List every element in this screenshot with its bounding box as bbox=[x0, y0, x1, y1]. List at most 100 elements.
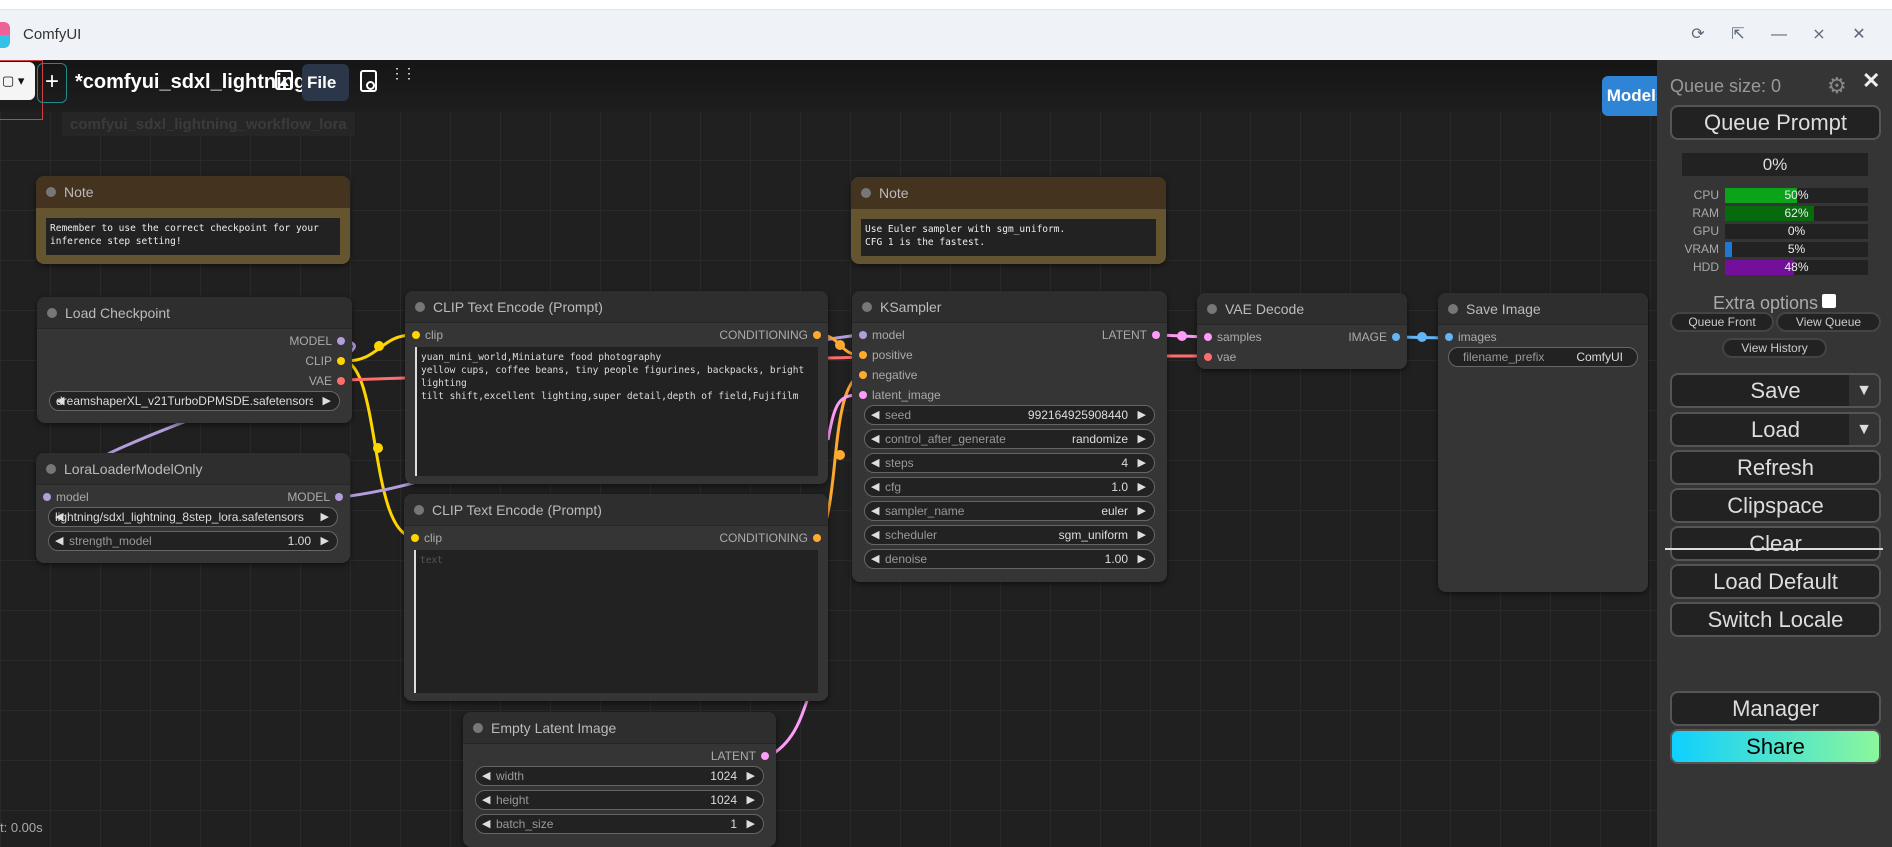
increment-arrow-icon[interactable]: ▶ bbox=[1138, 406, 1146, 424]
latent-output-dot[interactable] bbox=[1152, 331, 1160, 339]
output-slot-model[interactable]: MODEL bbox=[287, 489, 350, 505]
widget-seed[interactable]: ◀ seed 992164925908440 ▶ bbox=[864, 405, 1155, 425]
increment-arrow-icon[interactable]: ▶ bbox=[747, 767, 755, 785]
node-title[interactable]: LoraLoaderModelOnly bbox=[36, 453, 350, 485]
node-collapse-dot[interactable] bbox=[1207, 304, 1217, 314]
increment-arrow-icon[interactable]: ▶ bbox=[1138, 550, 1146, 568]
node-collapse-dot[interactable] bbox=[46, 464, 56, 474]
increment-arrow-icon[interactable]: ▶ bbox=[1138, 478, 1146, 496]
decrement-arrow-icon[interactable]: ◀ bbox=[482, 815, 490, 833]
input-slot-negative[interactable]: negative bbox=[852, 367, 917, 383]
increment-arrow-icon[interactable]: ▶ bbox=[321, 508, 329, 526]
decrement-arrow-icon[interactable]: ◀ bbox=[482, 767, 490, 785]
node-collapse-dot[interactable] bbox=[861, 188, 871, 198]
increment-arrow-icon[interactable]: ▶ bbox=[1138, 502, 1146, 520]
image-icon[interactable] bbox=[275, 70, 293, 90]
increment-arrow-icon[interactable]: ▶ bbox=[747, 815, 755, 833]
output-slot-latent[interactable]: LATENT bbox=[711, 748, 776, 764]
node-note2[interactable]: Note Use Euler sampler with sgm_uniform. … bbox=[851, 177, 1166, 264]
widget-combo[interactable]: ◀ lightning/sdxl_lightning_8step_lora.saf… bbox=[48, 507, 338, 527]
node-ksampler[interactable]: KSampler model positive negative latent_imag… bbox=[852, 291, 1167, 582]
output-slot-conditioning[interactable]: CONDITIONING bbox=[719, 530, 828, 546]
node-save-image[interactable]: Save Image images filename_prefix ComfyUI bbox=[1438, 293, 1648, 592]
decrement-arrow-icon[interactable]: ◀ bbox=[871, 454, 879, 472]
negative-input-dot[interactable] bbox=[859, 371, 867, 379]
widget-combo[interactable]: ◀ dreamshaperXL_v21TurboDPMSDE.safetensor… bbox=[49, 391, 340, 411]
clip-input-dot[interactable] bbox=[411, 534, 419, 542]
increment-arrow-icon[interactable]: ▶ bbox=[747, 791, 755, 809]
positive-input-dot[interactable] bbox=[859, 351, 867, 359]
view-history-button[interactable]: View History bbox=[1722, 338, 1827, 358]
collapse-icon[interactable]: ⨯ bbox=[1808, 24, 1830, 46]
input-slot-positive[interactable]: positive bbox=[852, 347, 913, 363]
output-slot-clip[interactable]: CLIP bbox=[305, 353, 352, 369]
clip-output-dot[interactable] bbox=[337, 357, 345, 365]
load-button[interactable]: Load ▼ bbox=[1670, 412, 1881, 447]
workspace-button[interactable]: ▢ ▾ bbox=[0, 62, 35, 100]
model-output-dot[interactable] bbox=[335, 493, 343, 501]
increment-arrow-icon[interactable]: ▶ bbox=[1138, 454, 1146, 472]
workflow-tab-label[interactable]: comfyui_sdxl_lightning_workflow_lora bbox=[62, 112, 355, 136]
view-queue-button[interactable]: View Queue bbox=[1776, 312, 1881, 332]
node-title[interactable]: VAE Decode bbox=[1197, 293, 1407, 325]
input-slot-latent_image[interactable]: latent_image bbox=[852, 387, 941, 403]
refresh-icon[interactable]: ⟳ bbox=[1687, 24, 1709, 46]
images-input-dot[interactable] bbox=[1445, 333, 1453, 341]
node-collapse-dot[interactable] bbox=[1448, 304, 1458, 314]
clear-button[interactable]: Clear bbox=[1670, 526, 1881, 561]
widget-scheduler[interactable]: ◀ scheduler sgm_uniform ▶ bbox=[864, 525, 1155, 545]
increment-arrow-icon[interactable]: ▶ bbox=[323, 392, 331, 410]
model-output-dot[interactable] bbox=[337, 337, 345, 345]
widget-steps[interactable]: ◀ steps 4 ▶ bbox=[864, 453, 1155, 473]
decrement-arrow-icon[interactable]: ◀ bbox=[482, 791, 490, 809]
close-window-icon[interactable]: ✕ bbox=[1848, 24, 1870, 46]
input-slot-model[interactable]: model bbox=[36, 489, 89, 505]
output-slot-image[interactable]: IMAGE bbox=[1348, 329, 1407, 345]
node-title[interactable]: Note bbox=[36, 176, 350, 208]
latent-output-dot[interactable] bbox=[761, 752, 769, 760]
clipspace-button[interactable]: Clipspace bbox=[1670, 488, 1881, 523]
node-title[interactable]: Note bbox=[851, 177, 1166, 209]
load-dropdown-icon[interactable]: ▼ bbox=[1849, 414, 1879, 445]
node-clip-neg[interactable]: CLIP Text Encode (Prompt) clip CONDITIONIN… bbox=[404, 494, 828, 701]
samples-input-dot[interactable] bbox=[1204, 333, 1212, 341]
input-slot-samples[interactable]: samples bbox=[1197, 329, 1262, 345]
node-collapse-dot[interactable] bbox=[473, 723, 483, 733]
manager-button[interactable]: Manager bbox=[1670, 691, 1881, 726]
save-dropdown-icon[interactable]: ▼ bbox=[1849, 375, 1879, 406]
extra-options-checkbox[interactable] bbox=[1822, 294, 1837, 308]
prompt-textarea[interactable]: yuan_mini_world,Miniature food photograp… bbox=[415, 347, 818, 476]
node-checkpoint[interactable]: Load Checkpoint MODEL CLIP VAE ◀ dreamshaperX… bbox=[37, 297, 352, 423]
note-textarea[interactable]: Use Euler sampler with sgm_uniform. CFG … bbox=[861, 219, 1156, 256]
image-output-dot[interactable] bbox=[1392, 333, 1400, 341]
latent_image-input-dot[interactable] bbox=[859, 391, 867, 399]
widget-batch-size[interactable]: ◀ batch_size 1 ▶ bbox=[475, 814, 764, 834]
file-menu-button[interactable]: File ⌄ bbox=[302, 64, 349, 129]
queue-front-button[interactable]: Queue Front bbox=[1670, 312, 1774, 332]
model-input-dot[interactable] bbox=[859, 331, 867, 339]
widget-height[interactable]: ◀ height 1024 ▶ bbox=[475, 790, 764, 810]
increment-arrow-icon[interactable]: ▶ bbox=[321, 532, 329, 550]
prompt-textarea[interactable]: text bbox=[414, 550, 818, 693]
increment-arrow-icon[interactable]: ▶ bbox=[1138, 430, 1146, 448]
refresh-button[interactable]: Refresh bbox=[1670, 450, 1881, 485]
widget-filename-prefix[interactable]: filename_prefix ComfyUI bbox=[1448, 347, 1638, 367]
node-title[interactable]: CLIP Text Encode (Prompt) bbox=[404, 494, 828, 526]
decrement-arrow-icon[interactable]: ◀ bbox=[871, 526, 879, 544]
widget-control-after-generate[interactable]: ◀ control_after_generate randomize ▶ bbox=[864, 429, 1155, 449]
close-icon[interactable]: ✕ bbox=[1862, 68, 1880, 94]
increment-arrow-icon[interactable]: ▶ bbox=[1138, 526, 1146, 544]
output-slot-conditioning[interactable]: CONDITIONING bbox=[719, 327, 828, 343]
decrement-arrow-icon[interactable]: ◀ bbox=[871, 406, 879, 424]
switch-locale-button[interactable]: Switch Locale bbox=[1670, 602, 1881, 637]
clip-input-dot[interactable] bbox=[412, 331, 420, 339]
node-title[interactable]: Empty Latent Image bbox=[463, 712, 776, 744]
save-button[interactable]: Save ▼ bbox=[1670, 373, 1881, 408]
node-title[interactable]: Load Checkpoint bbox=[37, 297, 352, 329]
output-slot-latent[interactable]: LATENT bbox=[1102, 327, 1167, 343]
gear-icon[interactable]: ⚙ bbox=[1827, 73, 1847, 99]
drag-handle-icon[interactable]: ⋮⋮ bbox=[390, 66, 416, 80]
output-slot-vae[interactable]: VAE bbox=[309, 373, 352, 389]
vae-output-dot[interactable] bbox=[337, 377, 345, 385]
conditioning-output-dot[interactable] bbox=[813, 534, 821, 542]
